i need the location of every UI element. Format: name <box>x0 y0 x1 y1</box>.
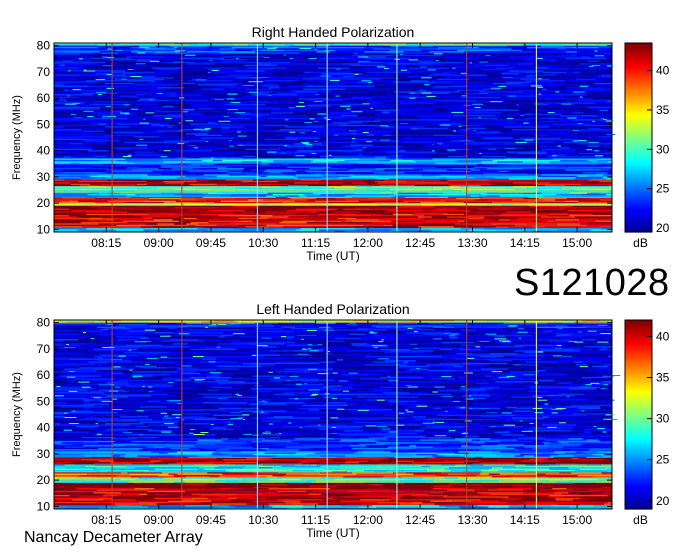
x-tick-label: 15:00 <box>562 236 592 250</box>
event-code-label: S121028 <box>514 262 670 304</box>
x-tick-label: 09:00 <box>144 513 174 527</box>
colorbar-tick-label: 25 <box>656 453 670 467</box>
colorbar-tick-label: 20 <box>656 494 670 508</box>
heatmap-cells <box>54 320 620 510</box>
y-tick-label: 40 <box>37 144 51 158</box>
y-tick-label: 30 <box>37 447 51 461</box>
x-tick-label: 09:00 <box>144 236 174 250</box>
y-axis-label: Frequency (MHz) <box>11 95 23 180</box>
colorbar-tick-label: 35 <box>656 371 670 385</box>
y-axis-label: Frequency (MHz) <box>11 372 23 457</box>
x-tick-label: 11:15 <box>301 236 330 250</box>
heatmap-cells <box>54 43 616 233</box>
y-tick-label: 50 <box>37 117 51 131</box>
spectrogram-panel-left: Left Handed Polarization 08:15 09:00 09:45 1… <box>11 301 670 540</box>
x-tick-label: 13:30 <box>457 236 487 250</box>
x-axis-label: Time (UT) <box>306 526 360 540</box>
y-tick-label: 60 <box>37 368 51 382</box>
colorbar: 20 25 30 35 40 dB <box>624 42 670 250</box>
colorbar-tick-label: 35 <box>656 103 670 117</box>
y-tick-label: 30 <box>37 170 51 184</box>
colorbar-label: dB <box>633 513 648 527</box>
colorbar: 20 25 30 35 40 dB <box>624 319 670 527</box>
x-tick-label: 08:15 <box>91 236 121 250</box>
y-tick-label: 20 <box>37 473 51 487</box>
x-tick-label: 14:15 <box>510 513 540 527</box>
chart-title: Left Handed Polarization <box>256 301 409 317</box>
x-tick-label: 12:00 <box>353 513 383 527</box>
colorbar-tick-label: 40 <box>656 64 670 78</box>
y-tick-label: 80 <box>37 39 51 53</box>
y-tick-label: 10 <box>37 222 51 236</box>
y-tick-label: 10 <box>37 499 51 513</box>
x-tick-label: 10:30 <box>248 513 278 527</box>
x-tick-label: 12:00 <box>353 236 383 250</box>
y-tick-label: 40 <box>37 421 51 435</box>
x-tick-label: 14:15 <box>510 236 540 250</box>
x-axis-label: Time (UT) <box>306 249 360 263</box>
observatory-label: Nancay Decameter Array <box>24 529 203 546</box>
colorbar-tick-label: 20 <box>656 221 670 235</box>
x-tick-label: 15:00 <box>562 513 592 527</box>
y-tick-label: 80 <box>37 316 51 330</box>
y-tick-label: 50 <box>37 394 51 408</box>
x-tick-label: 12:45 <box>405 236 435 250</box>
x-tick-label: 12:45 <box>405 513 435 527</box>
spectrogram-panel-right: Right Handed Polarization 08:15 09:00 09:45… <box>11 24 670 263</box>
y-tick-label: 60 <box>37 91 51 105</box>
colorbar-tick-label: 30 <box>656 142 670 156</box>
colorbar-label: dB <box>633 236 648 250</box>
y-tick-label: 70 <box>37 65 51 79</box>
colorbar-tick-label: 40 <box>656 329 670 343</box>
x-tick-label: 11:15 <box>301 513 330 527</box>
chart-title: Right Handed Polarization <box>252 24 415 40</box>
x-tick-label: 09:45 <box>196 236 226 250</box>
x-tick-label: 09:45 <box>196 513 226 527</box>
x-tick-label: 10:30 <box>248 236 278 250</box>
colorbar-tick-label: 30 <box>656 412 670 426</box>
colorbar-tick-label: 25 <box>656 182 670 196</box>
x-tick-label: 13:30 <box>457 513 487 527</box>
y-tick-label: 20 <box>37 196 51 210</box>
y-tick-label: 70 <box>37 342 51 356</box>
x-tick-label: 08:15 <box>91 513 121 527</box>
